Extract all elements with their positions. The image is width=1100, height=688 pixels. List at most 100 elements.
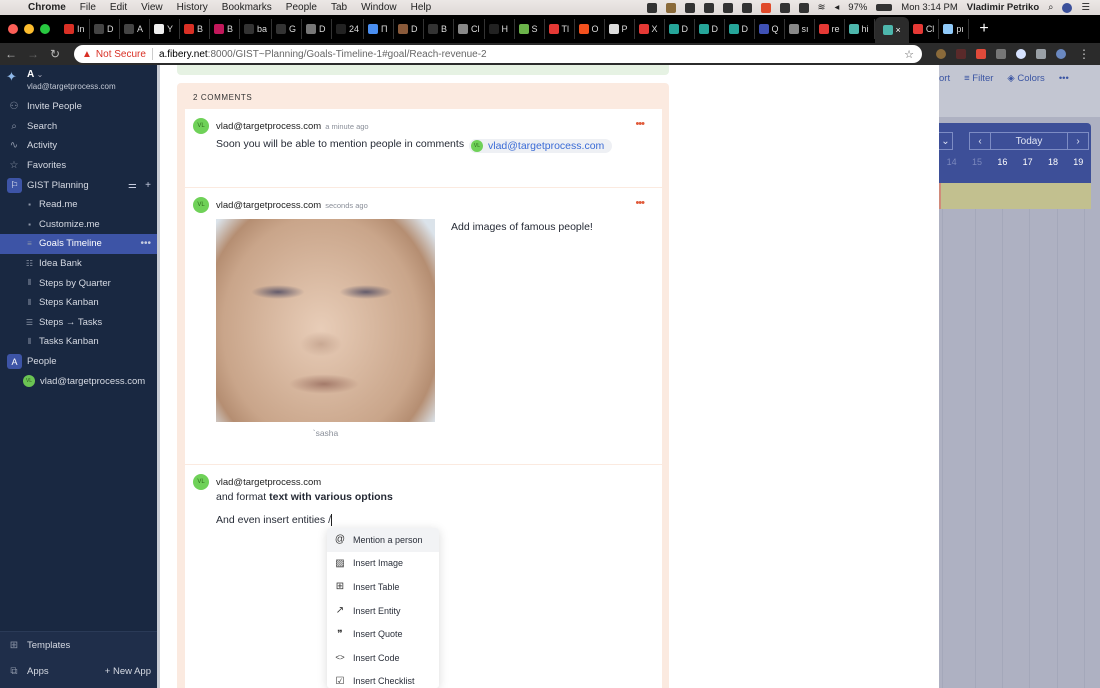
sidebar-person[interactable]: VL vlad@targetprocess.com — [0, 371, 157, 391]
browser-tab[interactable]: Cl — [454, 19, 485, 39]
menu-help[interactable]: Help — [411, 2, 432, 13]
menu-file[interactable]: File — [80, 2, 96, 13]
status-icon[interactable] — [665, 2, 676, 13]
wifi-icon[interactable]: ≋ — [818, 2, 826, 13]
browser-tab[interactable]: B — [424, 19, 455, 39]
docker-icon[interactable] — [703, 2, 714, 13]
browser-tab[interactable]: pı — [939, 19, 970, 39]
sidebar-item-customize-me[interactable]: ▪ Customize.me — [0, 215, 157, 235]
comment-text[interactable]: Add images of famous people! — [451, 221, 593, 233]
next-button[interactable]: › — [1067, 132, 1089, 150]
colors-button[interactable]: ◈ Colors — [1007, 73, 1044, 84]
workspace-switcher[interactable]: ✦ A ⌄ vlad@targetprocess.com — [0, 65, 157, 97]
sidebar-item-templates[interactable]: ⊞ Templates — [0, 632, 157, 658]
menu-view[interactable]: View — [141, 2, 163, 13]
dropbox-icon[interactable] — [684, 2, 695, 13]
browser-tab[interactable]: Q — [755, 19, 785, 39]
editor-line[interactable]: and format text with various options — [216, 491, 393, 503]
volume-icon[interactable]: ◂ — [835, 2, 840, 13]
avatar[interactable]: VL — [193, 118, 209, 134]
close-window-button[interactable] — [8, 24, 18, 34]
browser-tab[interactable]: 24 — [332, 19, 365, 39]
author-name[interactable]: vlad@targetprocess.com — [216, 200, 321, 211]
sort-button[interactable]: ort — [939, 73, 950, 84]
sidebar-item-idea-bank[interactable]: ☷ Idea Bank — [0, 254, 157, 274]
menu-item-mention-person[interactable]: @ Mention a person — [327, 528, 439, 552]
minimize-window-button[interactable] — [24, 24, 34, 34]
prev-button[interactable]: ‹ — [969, 132, 991, 150]
sidebar-item-steps-by-quarter[interactable]: ⦀ Steps by Quarter — [0, 273, 157, 293]
close-tab-icon[interactable]: × — [896, 25, 901, 35]
sidebar-item-read-me[interactable]: ▪ Read.me — [0, 195, 157, 215]
menu-app-chrome[interactable]: Chrome — [28, 2, 66, 13]
drive-icon[interactable] — [741, 2, 752, 13]
sidebar-item-favorites[interactable]: ☆ Favorites — [0, 156, 157, 176]
filter-button[interactable]: ≡ Filter — [964, 73, 993, 84]
mention-chip[interactable]: VL vlad@targetprocess.com — [468, 139, 613, 153]
siri-icon[interactable] — [1062, 2, 1073, 13]
new-app-button[interactable]: + New App — [105, 666, 151, 677]
avatar[interactable]: VL — [193, 197, 209, 213]
author-name[interactable]: vlad@targetprocess.com — [216, 121, 321, 132]
browser-tab[interactable]: G — [272, 19, 303, 39]
browser-tab[interactable]: S — [515, 19, 545, 39]
user-name[interactable]: Vladimir Petriko — [967, 2, 1039, 13]
sidebar-item-tasks-kanban[interactable]: ⦀ Tasks Kanban — [0, 332, 157, 352]
browser-tab[interactable]: X — [635, 19, 665, 39]
avatar[interactable]: VL — [193, 474, 209, 490]
notification-center-icon[interactable]: ☰ — [1081, 2, 1090, 13]
timeline-goal-bar[interactable] — [939, 183, 1091, 209]
menu-people[interactable]: People — [286, 2, 317, 13]
more-options-icon[interactable]: ••• — [140, 238, 151, 249]
add-view-icon[interactable]: + — [145, 180, 151, 191]
browser-tab[interactable]: D — [302, 19, 333, 39]
reload-button[interactable]: ↻ — [44, 47, 66, 61]
settings-sliders-icon[interactable]: ⚌ — [128, 180, 137, 191]
sidebar-app-gist-planning[interactable]: ⚐ GIST Planning ⚌ + — [0, 175, 157, 195]
browser-tab[interactable]: A — [120, 19, 150, 39]
extension-icon[interactable] — [936, 49, 946, 59]
browser-tab[interactable]: H — [485, 19, 515, 39]
browser-tab[interactable]: hi — [845, 19, 875, 39]
battery-indicator-icon[interactable] — [798, 2, 809, 13]
sidebar-item-steps-tasks[interactable]: ☰ Steps → Tasks — [0, 313, 157, 333]
extension-icon[interactable] — [956, 49, 966, 59]
today-button[interactable]: Today — [990, 132, 1068, 150]
browser-tab[interactable]: D — [90, 19, 120, 39]
notification-icon[interactable] — [760, 2, 771, 13]
menu-edit[interactable]: Edit — [110, 2, 127, 13]
menu-item-insert-quote[interactable]: ❞ Insert Quote — [327, 622, 439, 646]
browser-tab[interactable]: D — [725, 19, 755, 39]
address-bar[interactable]: ▲ Not Secure a.fibery.net :8000/GIST~Pla… — [74, 45, 922, 63]
sidebar-item-invite-people[interactable]: ⚇ Invite People — [0, 97, 157, 117]
image-caption[interactable]: `sasha — [216, 428, 435, 438]
extension-icon[interactable] — [976, 49, 986, 59]
menu-window[interactable]: Window — [361, 2, 397, 13]
zoom-window-button[interactable] — [40, 24, 50, 34]
zoom-dropdown[interactable]: ⌄ — [939, 132, 953, 150]
spotlight-icon[interactable]: ⌕ — [1048, 2, 1053, 13]
new-tab-button[interactable]: + — [969, 20, 998, 38]
extension-icon[interactable] — [996, 49, 1006, 59]
browser-tab[interactable]: sı — [785, 19, 815, 39]
browser-tab[interactable]: Y — [150, 19, 180, 39]
browser-tab[interactable]: re — [815, 19, 845, 39]
sidebar-item-search[interactable]: ⌕ Search — [0, 117, 157, 137]
keyboard-icon[interactable] — [779, 2, 790, 13]
menu-item-insert-entity[interactable]: ↗ Insert Entity — [327, 599, 439, 623]
browser-tab[interactable]: P — [605, 19, 635, 39]
author-name[interactable]: vlad@targetprocess.com — [216, 477, 321, 488]
browser-tab[interactable]: B — [180, 19, 210, 39]
bookmark-star-icon[interactable]: ☆ — [904, 48, 914, 61]
browser-tab[interactable]: B — [210, 19, 240, 39]
menu-item-insert-table[interactable]: ⊞ Insert Table — [327, 575, 439, 599]
browser-tab[interactable]: D — [665, 19, 695, 39]
browser-tab[interactable]: Cl — [909, 19, 940, 39]
chrome-menu-icon[interactable]: ⋮ — [1078, 47, 1090, 61]
comment-image[interactable] — [216, 219, 435, 422]
extension-icon[interactable] — [1036, 49, 1046, 59]
sidebar-item-apps[interactable]: ⧉ Apps + New App — [0, 658, 157, 684]
clock[interactable]: Mon 3:14 PM — [901, 2, 958, 13]
browser-tab[interactable]: ba — [240, 19, 273, 39]
browser-tab[interactable]: In — [60, 19, 90, 39]
